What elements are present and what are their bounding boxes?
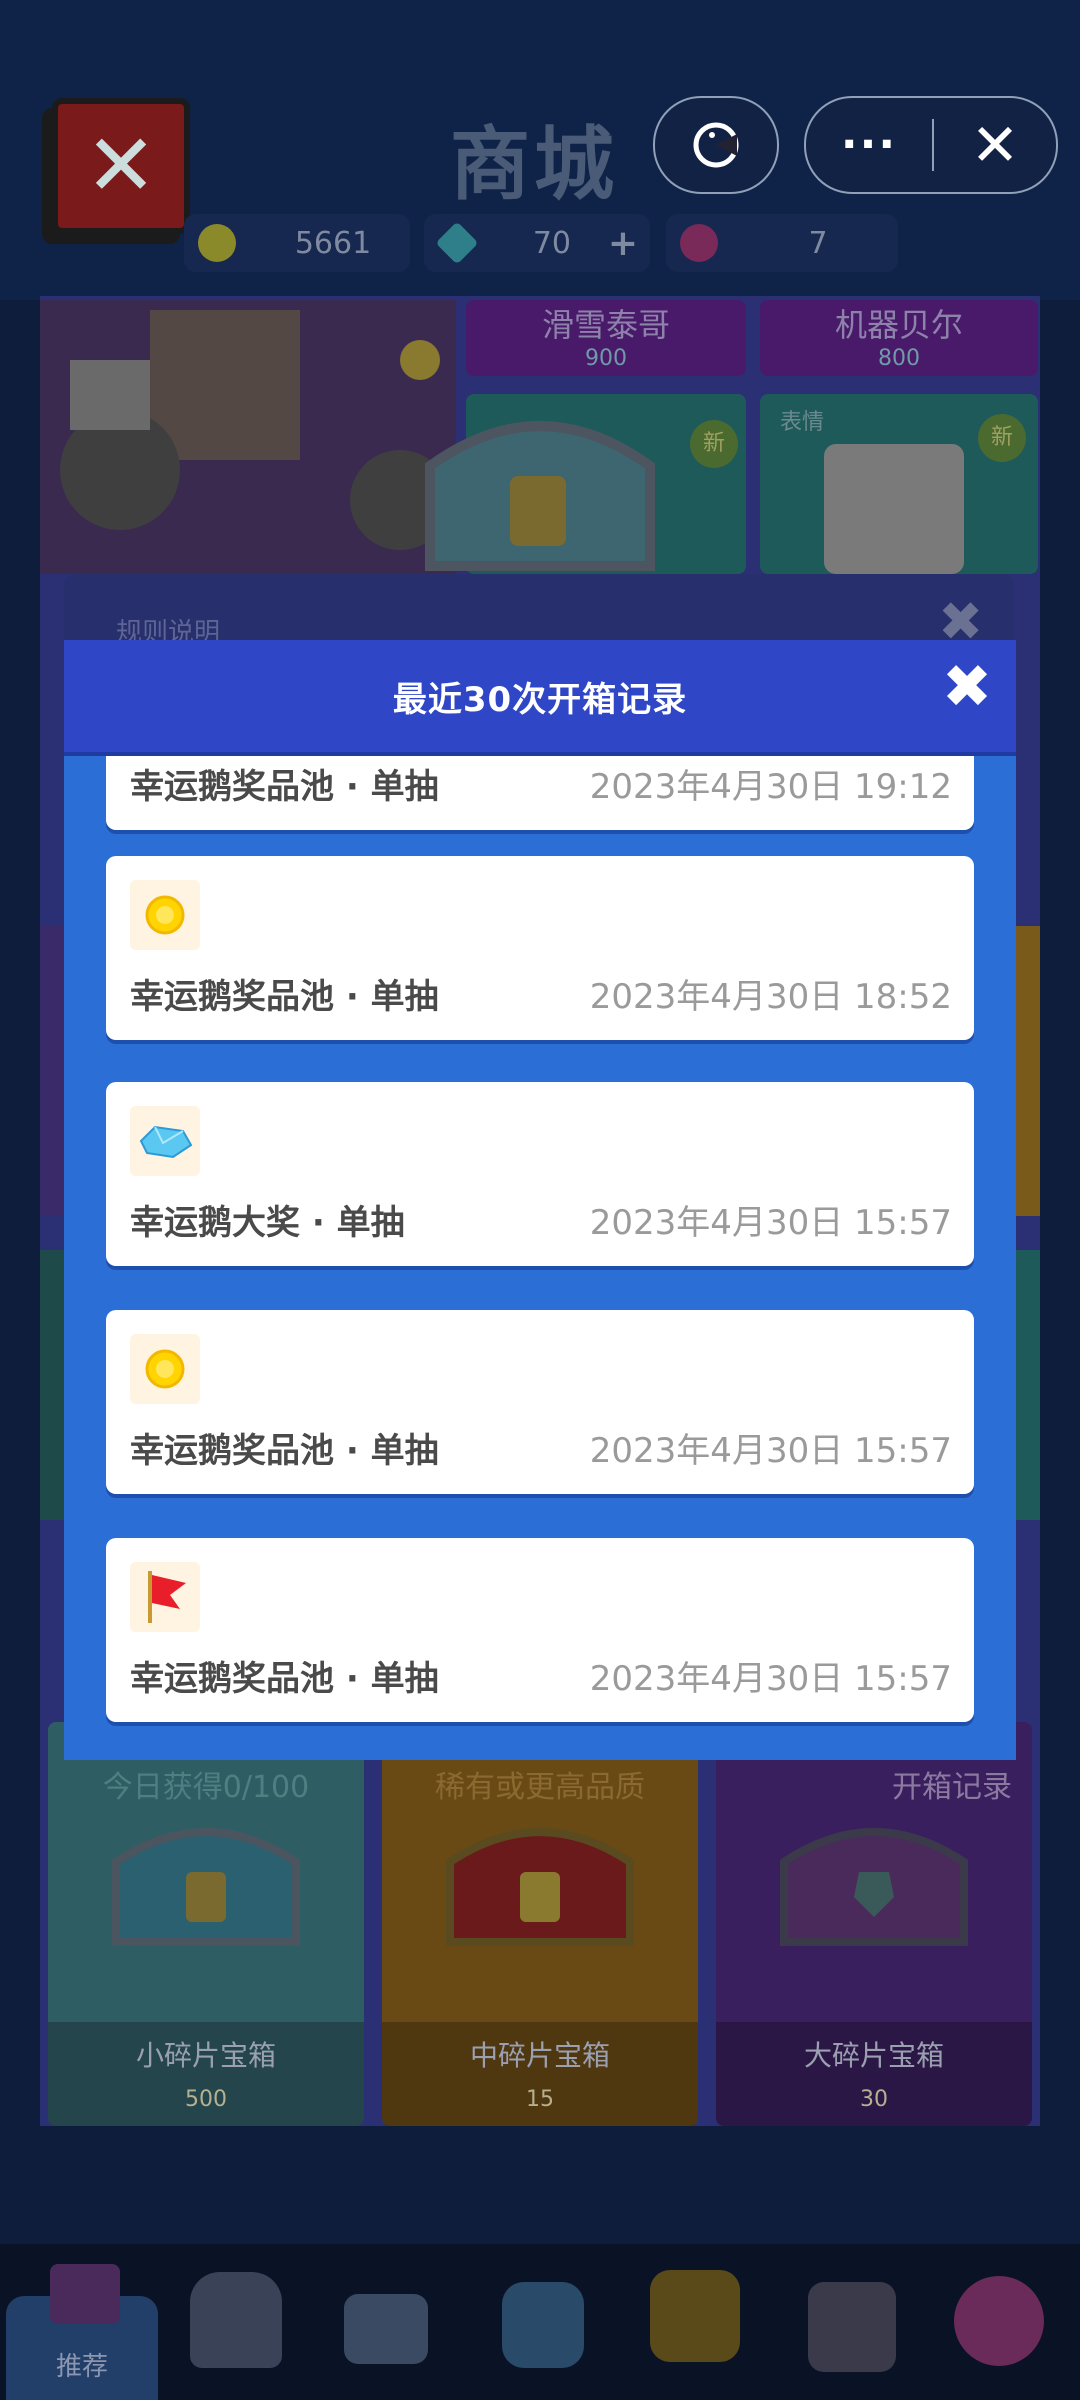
list-item: 幸运鹅奖品池 · 单抽 2023年4月30日 15:57 [106,1310,974,1494]
item-card-emote[interactable]: 表情 新 [760,394,1038,574]
store-close-button[interactable]: ✕ [52,98,190,234]
chest-name: 小碎片宝箱 [135,2039,276,2072]
record-name: 幸运鹅奖品池 · 单抽 [130,767,439,807]
chest-note: 今日获得0/100 [102,1770,310,1805]
record-time: 2023年4月30日 15:57 [589,1659,952,1699]
record-name: 幸运鹅奖品池 · 单抽 [130,1431,439,1471]
small-fragment-chest-card[interactable]: 今日获得0/100 小碎片宝箱 500 [48,1722,364,2126]
record-name: 幸运鹅奖品池 · 单抽 [130,977,439,1017]
item-card-ski[interactable]: 滑雪泰哥 900 [466,300,746,376]
modal-title: 最近30次开箱记录 [392,679,688,720]
chest-name: 大碎片宝箱 [803,2039,944,2072]
capsule-menu: ··· ✕ [804,96,1058,194]
medium-fragment-chest-card[interactable]: 稀有或更高品质 中碎片宝箱 15 [382,1722,698,2126]
record-list[interactable]: 幸运鹅奖品池 · 单抽 2023年4月30日 19:12 幸运鹅奖品池 · 单抽… [106,756,974,1760]
modal-close-button[interactable]: ✖ [938,657,996,717]
lotus-value: 7 [808,225,828,261]
medium-chest-icon [446,1828,634,1946]
item-name: 滑雪泰哥 [541,306,670,344]
chest-note: 稀有或更高品质 [435,1770,645,1805]
record-time: 2023年4月30日 19:12 [589,767,952,807]
list-item: 幸运鹅奖品池 · 单抽 2023年4月30日 18:52 [106,856,974,1040]
nav-lotus-icon[interactable] [954,2276,1044,2366]
nav-joystick-icon[interactable] [808,2282,896,2372]
item-price: 800 [878,346,920,371]
coin-icon [130,1334,200,1404]
coin-icon [130,880,200,950]
chest-price: 500 [185,2087,227,2112]
record-name: 幸运鹅奖品池 · 单抽 [130,1659,439,1699]
side-card [1016,1250,1040,1520]
item-name: 机器贝尔 [834,306,963,344]
lotus-icon [680,224,718,262]
modal-header: 最近30次开箱记录 [64,640,1016,756]
chest-name: 中碎片宝箱 [469,2039,610,2072]
small-chest-icon [112,1828,300,1946]
nav-emote-icon[interactable] [650,2270,740,2362]
nav-bunny-icon[interactable] [190,2272,282,2368]
large-fragment-chest-card[interactable]: 开箱记录 大碎片宝箱 30 [716,1722,1032,2126]
chest-price: 15 [526,2087,554,2112]
red-flag-icon [130,1562,200,1632]
chest-image [425,421,655,571]
diamond-balance: 70 + [424,214,650,272]
game-icon [693,122,739,168]
large-chest-icon [780,1828,968,1946]
nav-tab-recommend-label: 推荐 [55,2352,108,2382]
record-time: 2023年4月30日 18:52 [589,977,952,1017]
record-time: 2023年4月30日 15:57 [589,1203,952,1243]
nav-star-chat-icon[interactable] [344,2294,428,2364]
featured-vehicle-image [60,310,450,550]
list-item: 幸运鹅奖品池 · 单抽 2023年4月30日 15:57 [106,1538,974,1722]
diamond-icon [130,1106,200,1176]
side-card [40,1250,64,1520]
item-price: 900 [585,346,627,371]
list-item: 幸运鹅奖品池 · 单抽 2023年4月30日 19:12 [106,756,974,830]
nav-robot-icon[interactable] [502,2282,584,2368]
list-item: 幸运鹅大奖 · 单抽 2023年4月30日 15:57 [106,1082,974,1266]
monkey-emote-image [824,444,964,574]
side-card [40,926,64,1216]
lotus-balance: 7 [666,214,898,272]
record-name: 幸运鹅大奖 · 单抽 [130,1203,405,1243]
store-title: 商城 [450,118,618,211]
mini-game-capsule-button[interactable] [653,96,779,194]
coin-balance: 5661 [184,214,410,272]
add-diamond-button[interactable]: + [608,223,638,264]
chest-record-link[interactable]: 开箱记录 [892,1762,1012,1806]
record-time: 2023年4月30日 15:57 [589,1431,952,1471]
capsule-close-button[interactable]: ✕ [934,116,1056,174]
new-badge: 新 [690,420,738,468]
chest-price: 30 [860,2087,888,2112]
coin-icon [198,224,236,262]
coin-value: 5661 [294,225,372,261]
diamond-value: 70 [532,225,571,261]
featured-banner[interactable] [40,300,456,574]
nav-chest-icon [50,2264,120,2324]
diamond-icon [435,221,479,265]
emote-tag: 表情 [780,410,825,435]
side-card [1016,926,1040,1216]
new-badge: 新 [978,414,1026,462]
item-card-robot[interactable]: 机器贝尔 800 [760,300,1038,376]
more-options-button[interactable]: ··· [806,123,932,167]
